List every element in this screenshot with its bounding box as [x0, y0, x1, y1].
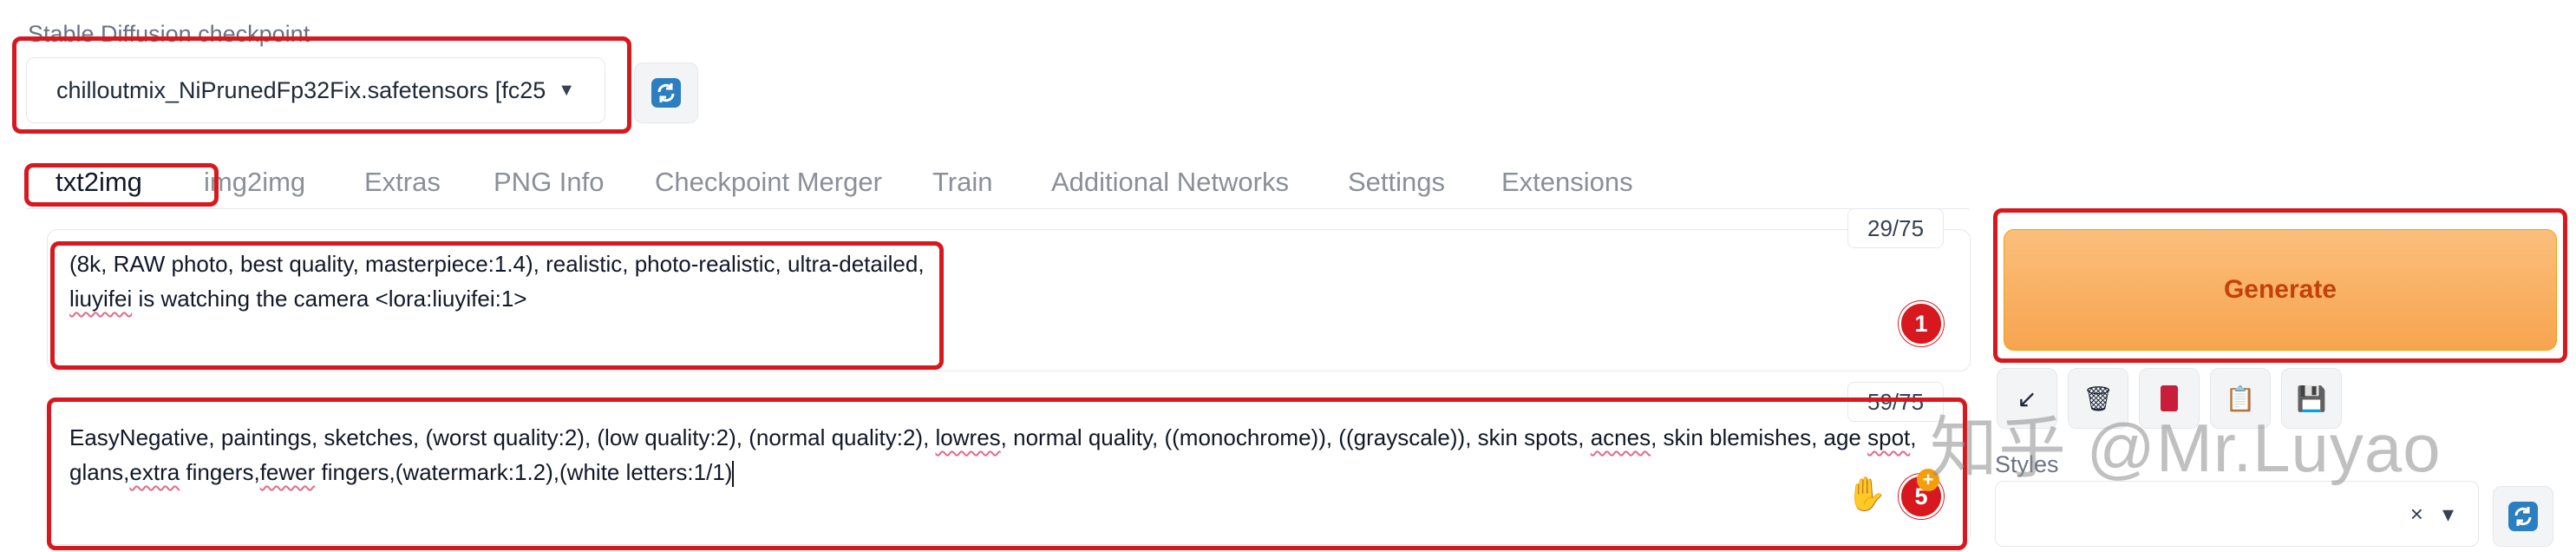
clear-prompt-button[interactable]: 🗑	[2068, 368, 2128, 429]
refresh-icon	[651, 78, 681, 108]
tab-train[interactable]: Train	[932, 167, 992, 198]
highlight-box-txt2img	[24, 163, 219, 207]
apply-style-button[interactable]: 📋	[2210, 368, 2271, 429]
save-style-button[interactable]: 💾	[2281, 368, 2342, 429]
tab-additional-networks[interactable]: Additional Networks	[1051, 167, 1289, 198]
prompt-token-counter: 29/75	[1847, 208, 1945, 248]
trash-icon: 🗑	[2082, 384, 2114, 412]
styles-select[interactable]: × ▾	[1995, 481, 2479, 547]
refresh-checkpoints-button[interactable]	[634, 62, 698, 123]
card-icon	[2161, 385, 2178, 411]
highlight-box-generate	[1993, 208, 2567, 363]
chevron-down-icon: ▾	[2442, 500, 2454, 527]
tab-settings[interactable]: Settings	[1348, 167, 1445, 198]
show-extra-networks-button[interactable]	[2139, 368, 2200, 429]
refresh-styles-button[interactable]	[2493, 486, 2553, 547]
annotation-badge-1: 1	[1899, 301, 1944, 346]
tab-extensions[interactable]: Extensions	[1501, 167, 1633, 198]
tabs-divider	[26, 208, 1969, 209]
highlight-box-negative-prompt	[47, 398, 1967, 550]
tab-png-info[interactable]: PNG Info	[494, 167, 605, 198]
tab-checkpoint-merger[interactable]: Checkpoint Merger	[655, 167, 882, 198]
highlight-box-checkpoint	[12, 36, 631, 134]
clipboard-icon: 📋	[2225, 384, 2256, 412]
styles-label: Styles	[1995, 451, 2059, 477]
save-icon: 💾	[2296, 384, 2327, 412]
paste-button[interactable]: ↙	[1997, 368, 2057, 429]
tab-img2img[interactable]: img2img	[204, 167, 305, 198]
tab-extras[interactable]: Extras	[364, 167, 441, 198]
refresh-icon	[2508, 502, 2538, 531]
clear-icon[interactable]: ×	[2410, 501, 2423, 528]
highlight-box-prompt	[50, 241, 944, 370]
arrow-icon: ↙	[2017, 384, 2037, 412]
